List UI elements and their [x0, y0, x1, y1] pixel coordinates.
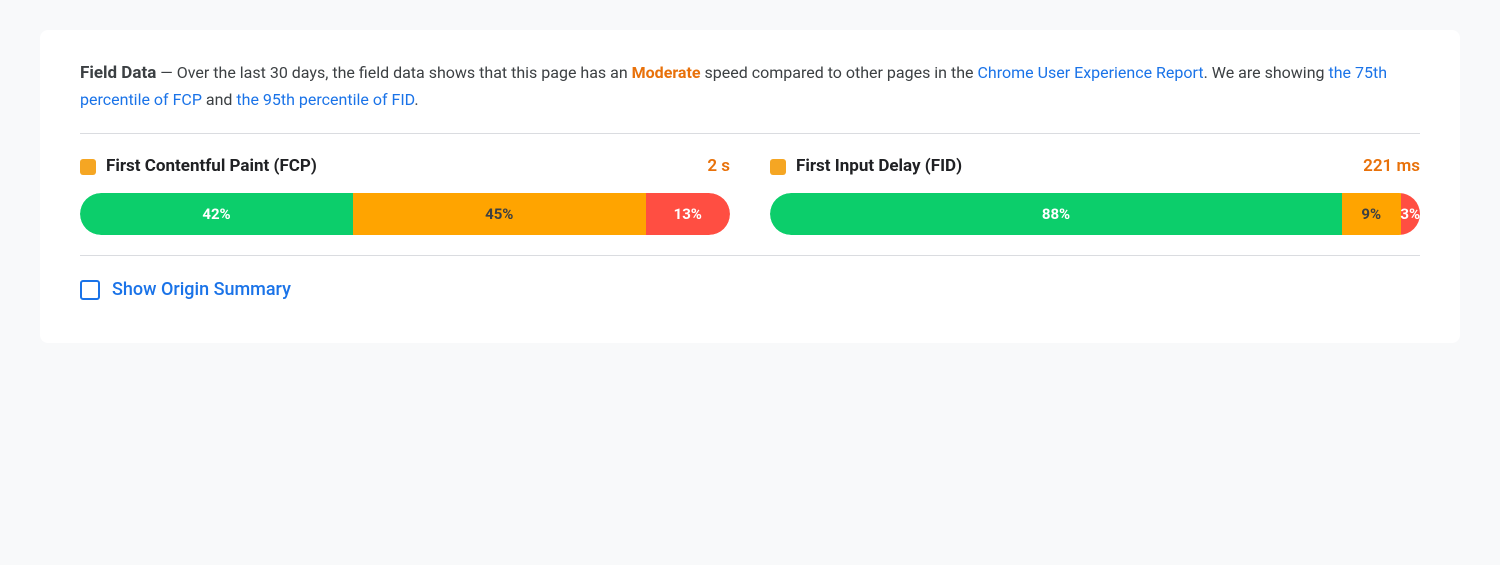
main-container: Field Data — Over the last 30 days, the … — [40, 30, 1460, 343]
metric-icon-fid — [770, 159, 786, 175]
show-origin-toggle[interactable]: Show Origin Summary — [80, 276, 1420, 303]
field-data-description: Field Data — Over the last 30 days, the … — [80, 60, 1420, 113]
progress-segment-fid-2: 3% — [1401, 193, 1421, 235]
metric-title-group-fid: First Input Delay (FID) — [770, 154, 962, 180]
metric-header-fid: First Input Delay (FID) 221 ms — [770, 154, 1420, 180]
origin-checkbox[interactable] — [80, 280, 100, 300]
metric-value-fcp: 2 s — [707, 154, 730, 180]
progress-segment-fid-1: 9% — [1342, 193, 1401, 235]
metric-title-group-fcp: First Contentful Paint (FCP) — [80, 154, 317, 180]
field-data-bold: Field Data — [80, 63, 156, 83]
speed-badge: Moderate — [632, 63, 701, 82]
show-origin-label: Show Origin Summary — [112, 276, 291, 303]
progress-segment-fcp-0: 42% — [80, 193, 353, 235]
chrome-report-link[interactable]: Chrome User Experience Report — [977, 63, 1203, 82]
progress-segment-fcp-2: 13% — [646, 193, 731, 235]
bottom-divider — [80, 255, 1420, 256]
metric-header-fcp: First Contentful Paint (FCP) 2 s — [80, 154, 730, 180]
metric-card-fcp: First Contentful Paint (FCP) 2 s 42%45%13% — [80, 154, 730, 236]
metric-title-fid: First Input Delay (FID) — [796, 154, 962, 180]
metric-title-fcp: First Contentful Paint (FCP) — [106, 154, 317, 180]
metrics-row: First Contentful Paint (FCP) 2 s 42%45%13%… — [80, 154, 1420, 236]
progress-segment-fid-0: 88% — [770, 193, 1342, 235]
progress-segment-fcp-1: 45% — [353, 193, 646, 235]
progress-bar-fid: 88%9%3% — [770, 193, 1420, 235]
progress-bar-fcp: 42%45%13% — [80, 193, 730, 235]
fid-percentile-link[interactable]: the 95th percentile of FID — [236, 90, 414, 109]
top-divider — [80, 133, 1420, 134]
metric-icon-fcp — [80, 159, 96, 175]
metric-card-fid: First Input Delay (FID) 221 ms 88%9%3% — [770, 154, 1420, 236]
metric-value-fid: 221 ms — [1363, 154, 1420, 180]
